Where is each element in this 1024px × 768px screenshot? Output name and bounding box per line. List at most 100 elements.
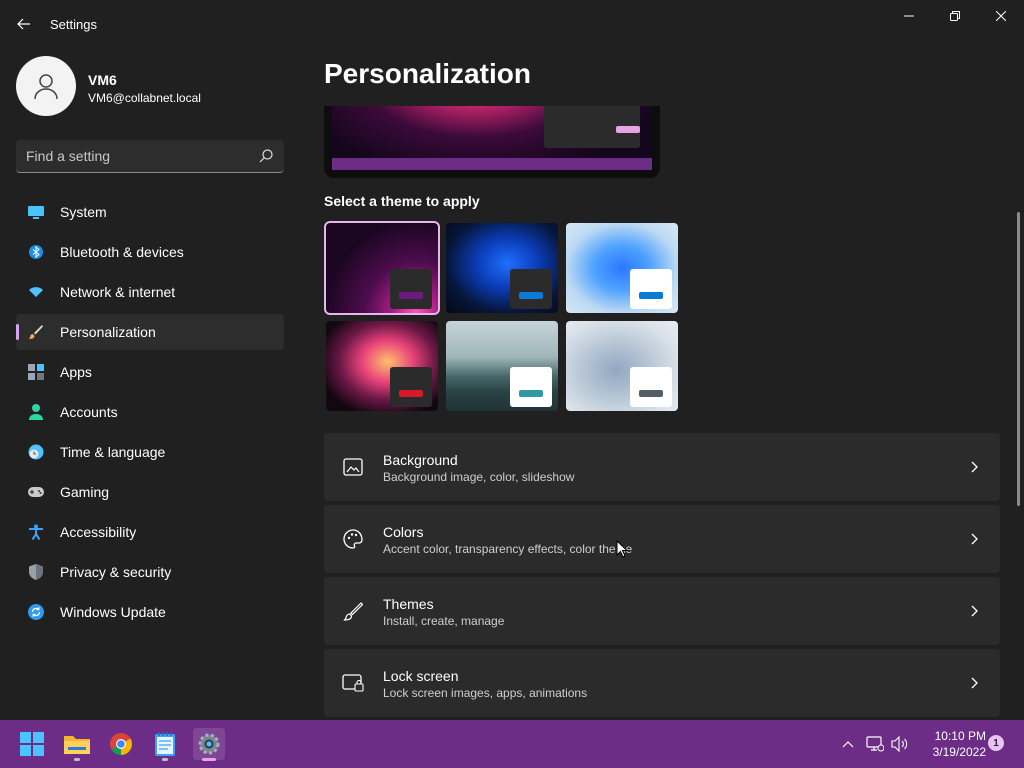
lock-screen-icon [342,672,364,694]
file-explorer-icon [64,736,90,754]
sidebar-item-label: Apps [60,364,92,380]
app-title: Settings [50,17,97,32]
person-icon [34,74,58,100]
network-tray-button[interactable] [865,734,885,754]
notification-badge[interactable]: 1 [988,735,1004,751]
sidebar-nav: System Bluetooth & devices Network & int… [16,194,284,634]
search-icon [259,149,273,163]
taskbar-chrome[interactable] [105,728,137,760]
search-box[interactable] [16,140,284,173]
preview-wallpaper [332,106,652,170]
taskbar-file-explorer[interactable] [61,728,93,761]
sidebar-item-label: Gaming [60,484,110,500]
chevron-right-icon [968,604,980,618]
accessibility-icon [28,524,44,540]
sidebar-item-label: Windows Update [60,604,166,620]
sidebar-item-accounts[interactable]: Accounts [16,394,284,430]
restore-button[interactable] [932,0,978,32]
card-lock-screen[interactable]: Lock screen Lock screen images, apps, an… [324,649,1000,717]
user-email: VM6@collabnet.local [88,91,201,105]
minimize-icon [904,15,914,17]
running-indicator [202,758,216,761]
theme-window-preview [510,367,552,407]
sidebar-item-accessibility[interactable]: Accessibility [16,514,284,550]
theme-accent-swatch [519,390,543,397]
sidebar-item-apps[interactable]: Apps [16,354,284,390]
card-background[interactable]: Background Background image, color, slid… [324,433,1000,501]
sidebar-item-privacy-security[interactable]: Privacy & security [16,554,284,590]
theme-tile-flow[interactable] [566,321,678,411]
theme-preview [324,106,660,178]
settings-icon [198,733,220,755]
minimize-button[interactable] [886,0,932,32]
volume-tray-button[interactable] [890,734,910,754]
theme-accent-swatch [399,390,423,397]
sidebar-item-network[interactable]: Network & internet [16,274,284,310]
sidebar-item-system[interactable]: System [16,194,284,230]
theme-grid [324,221,684,413]
sidebar-item-label: Time & language [60,444,166,460]
theme-window-preview [390,269,432,309]
show-hidden-icons-button[interactable] [838,734,858,754]
start-icon [20,732,44,756]
taskbar: 10:10 PM 3/19/2022 1 [0,720,1024,768]
card-subtitle: Lock screen images, apps, animations [383,686,588,700]
theme-tile-sunrise[interactable] [446,321,558,411]
taskbar-settings[interactable] [193,728,225,761]
user-name: VM6 [88,72,117,88]
sidebar-item-bluetooth[interactable]: Bluetooth & devices [16,234,284,270]
theme-accent-swatch [639,390,663,397]
wifi-icon [28,284,44,300]
theme-tile-captured-motion[interactable] [326,321,438,411]
sidebar-item-gaming[interactable]: Gaming [16,474,284,510]
search-input[interactable] [26,140,246,172]
back-button[interactable] [12,12,36,36]
brush-icon [342,600,364,622]
theme-accent-swatch [639,292,663,299]
update-icon [28,604,44,620]
theme-window-preview [390,367,432,407]
page-title: Personalization [324,58,531,89]
palette-icon [342,528,364,550]
sidebar-item-label: Accounts [60,404,118,420]
network-icon [866,736,884,752]
card-themes[interactable]: Themes Install, create, manage [324,577,1000,645]
theme-accent-swatch [519,292,543,299]
apps-icon [28,364,44,380]
sidebar-item-label: Personalization [60,324,156,340]
clock-time: 10:10 PM [934,729,986,743]
preview-taskbar [332,158,652,170]
restore-icon [950,11,960,21]
gamepad-icon [28,484,44,500]
person-icon [28,404,44,420]
settings-cards: Background Background image, color, slid… [324,433,1000,721]
running-indicator [162,758,168,761]
picture-icon [342,456,364,478]
chevron-up-icon [842,741,854,748]
theme-window-preview [630,367,672,407]
theme-tile-glow-dark[interactable] [324,221,440,315]
running-indicator [74,758,80,761]
theme-tile-bloom-dark[interactable] [446,223,558,313]
scrollbar-thumb[interactable] [1017,212,1020,506]
sidebar-item-personalization[interactable]: Personalization [16,314,284,350]
theme-tile-bloom-light[interactable] [566,223,678,313]
close-icon [996,11,1006,21]
theme-window-preview [510,269,552,309]
back-arrow-icon [17,18,30,30]
taskbar-clock[interactable]: 10:10 PM 3/19/2022 [914,728,986,760]
card-subtitle: Accent color, transparency effects, colo… [383,542,633,556]
start-button[interactable] [16,728,48,760]
close-button[interactable] [978,0,1024,32]
notepad-icon [155,732,175,756]
chevron-right-icon [968,676,980,690]
card-title: Colors [383,524,424,540]
sidebar-item-time-language[interactable]: Time & language [16,434,284,470]
chevron-right-icon [968,532,980,546]
bluetooth-icon [28,244,44,260]
sidebar-item-label: System [60,204,107,220]
sidebar-item-windows-update[interactable]: Windows Update [16,594,284,630]
taskbar-notepad[interactable] [149,728,181,761]
card-colors[interactable]: Colors Accent color, transparency effect… [324,505,1000,573]
user-profile[interactable]: VM6 VM6@collabnet.local [16,56,296,118]
